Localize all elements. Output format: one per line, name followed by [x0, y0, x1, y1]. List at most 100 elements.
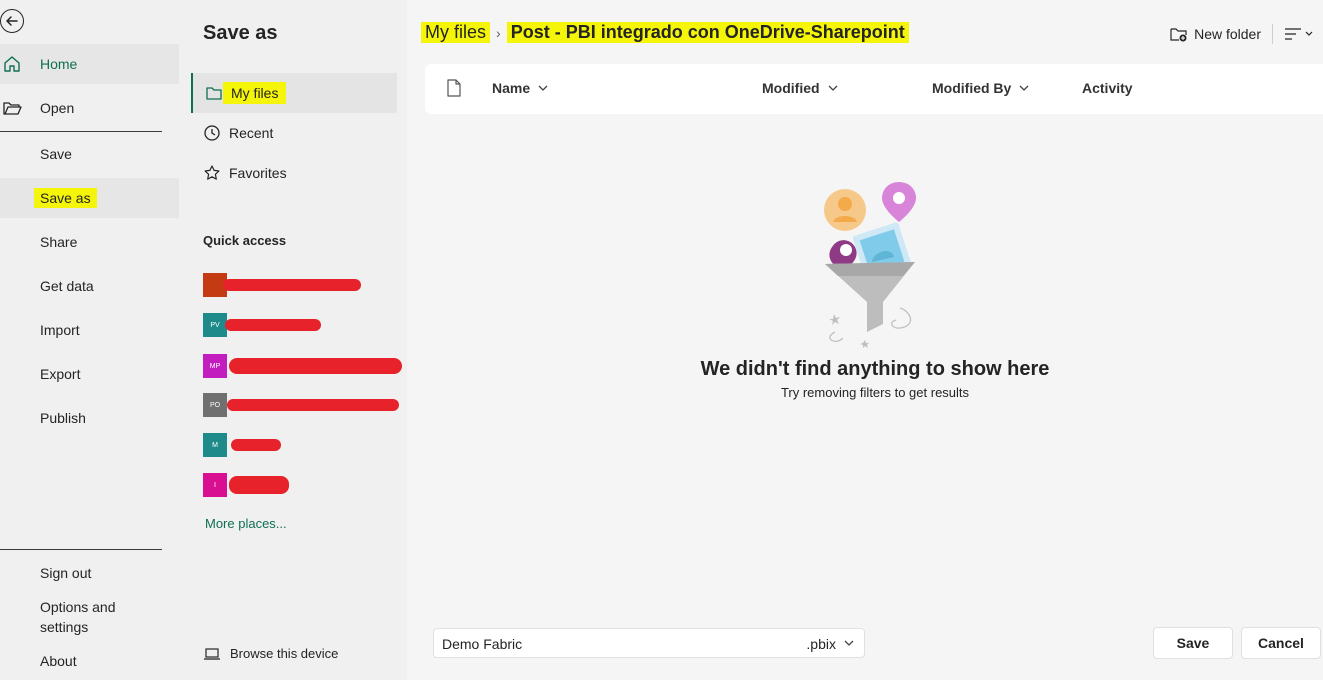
quick-access-item[interactable]: PO — [203, 393, 403, 417]
clock-icon — [204, 125, 220, 141]
nav-save-as-label: Save as — [34, 188, 97, 208]
quick-access-item[interactable]: M — [203, 433, 403, 457]
more-places-link[interactable]: More places... — [205, 516, 287, 531]
location-recent-label: Recent — [229, 125, 274, 141]
location-my-files[interactable]: My files — [191, 73, 397, 113]
empty-state-subtitle: Try removing filters to get results — [780, 385, 970, 400]
column-modified-by-label: Modified By — [932, 80, 1012, 96]
location-my-files-label: My files — [223, 82, 287, 104]
filename-input[interactable]: Demo Fabric .pbix — [433, 628, 865, 658]
chevron-down-icon — [538, 85, 548, 91]
chevron-down-icon — [1019, 85, 1029, 91]
site-avatar: M — [203, 433, 227, 457]
nav-home-label: Home — [40, 56, 78, 72]
browse-device-button[interactable]: Browse this device — [203, 646, 338, 661]
nav-export[interactable]: Export — [0, 354, 179, 394]
file-extension-select[interactable]: .pbix — [806, 636, 836, 652]
empty-funnel-illustration — [824, 182, 916, 348]
file-type-icon — [447, 79, 461, 97]
cancel-button[interactable]: Cancel — [1241, 627, 1321, 659]
nav-get-data-label: Get data — [40, 278, 94, 294]
nav-open-label: Open — [40, 100, 75, 116]
nav-publish-label: Publish — [40, 410, 86, 426]
back-arrow-icon — [6, 16, 18, 26]
column-activity-label: Activity — [1082, 80, 1133, 96]
nav-get-data[interactable]: Get data — [0, 266, 179, 306]
new-folder-label: New folder — [1194, 26, 1261, 42]
folder-icon — [206, 87, 222, 100]
nav-divider-bottom — [0, 549, 162, 550]
folder-open-icon — [3, 102, 22, 115]
nav-sign-out[interactable]: Sign out — [40, 563, 91, 583]
locations-panel: Save as My files Recent Favorites Quick … — [185, 0, 407, 680]
column-name-label: Name — [492, 80, 531, 96]
quick-access-item[interactable]: PV — [203, 313, 403, 337]
quick-access-item[interactable]: I — [203, 473, 403, 497]
redaction-mark — [223, 279, 361, 291]
site-avatar: I — [203, 473, 227, 497]
nav-publish[interactable]: Publish — [0, 398, 179, 438]
view-options-button[interactable] — [1284, 27, 1313, 41]
nav-save-as[interactable]: Save as — [0, 178, 179, 218]
nav-divider — [0, 131, 162, 132]
star-icon — [204, 165, 220, 180]
column-modified[interactable]: Modified — [762, 80, 838, 96]
empty-state-title: We didn't find anything to show here — [700, 358, 1050, 380]
save-as-dialog: Home Open Save Save as Share Get data Im… — [0, 0, 1323, 680]
laptop-icon — [204, 647, 220, 660]
redaction-mark — [225, 319, 321, 331]
browse-device-label: Browse this device — [230, 646, 339, 661]
quick-access-item[interactable] — [203, 273, 403, 297]
column-name[interactable]: Name — [492, 80, 548, 96]
quick-access-title: Quick access — [203, 233, 287, 248]
location-my-files-highlight: My files — [223, 82, 287, 104]
column-modified-by[interactable]: Modified By — [932, 80, 1029, 96]
chevron-right-icon: › — [496, 24, 501, 41]
nav-options-line2: settings — [40, 619, 89, 635]
empty-state: We didn't find anything to show here Try… — [407, 180, 1323, 400]
nav-open[interactable]: Open — [0, 88, 179, 128]
list-view-icon — [1285, 28, 1301, 40]
nav-options-line1: Options and — [40, 599, 116, 615]
breadcrumb: My files › Post - PBI integrado con OneD… — [421, 22, 909, 43]
nav-export-label: Export — [40, 366, 81, 382]
new-folder-button[interactable]: New folder — [1170, 26, 1261, 42]
toolbar-divider — [1272, 24, 1273, 44]
back-button[interactable] — [0, 9, 24, 33]
chevron-down-icon — [1305, 31, 1313, 36]
save-button[interactable]: Save — [1153, 627, 1233, 659]
redaction-mark — [227, 399, 399, 411]
nav-import-label: Import — [40, 322, 80, 338]
nav-share[interactable]: Share — [0, 222, 179, 262]
redaction-mark — [229, 476, 289, 494]
file-table-header: Name Modified Modified By Activity — [425, 64, 1323, 114]
location-favorites-label: Favorites — [229, 165, 287, 181]
location-favorites[interactable]: Favorites — [191, 153, 397, 193]
redaction-mark — [229, 358, 402, 374]
nav-share-label: Share — [40, 234, 78, 250]
nav-home[interactable]: Home — [0, 44, 179, 84]
nav-import[interactable]: Import — [0, 310, 179, 350]
breadcrumb-current: Post - PBI integrado con OneDrive-Sharep… — [506, 22, 909, 43]
home-icon — [4, 56, 20, 72]
nav-save-as-highlight: Save as — [34, 188, 97, 208]
redaction-mark — [231, 439, 281, 451]
new-folder-icon — [1170, 28, 1187, 42]
column-activity[interactable]: Activity — [1082, 80, 1133, 96]
backstage-nav: Home Open Save Save as Share Get data Im… — [0, 0, 185, 680]
location-recent[interactable]: Recent — [191, 113, 397, 153]
nav-save-label: Save — [40, 146, 72, 162]
chevron-down-icon — [828, 85, 838, 91]
site-avatar: MP — [203, 354, 227, 378]
quick-access-item[interactable]: MP — [203, 354, 403, 378]
panel-title: Save as — [203, 22, 278, 44]
site-avatar: PO — [203, 393, 227, 417]
nav-options[interactable]: Options and settings — [40, 597, 116, 637]
nav-about[interactable]: About — [40, 651, 77, 671]
breadcrumb-root[interactable]: My files — [421, 22, 491, 43]
chevron-down-icon[interactable] — [844, 640, 854, 646]
filename-value[interactable]: Demo Fabric — [442, 636, 522, 652]
site-avatar: PV — [203, 313, 227, 337]
file-browser: My files › Post - PBI integrado con OneD… — [407, 0, 1323, 680]
nav-save[interactable]: Save — [0, 134, 179, 174]
